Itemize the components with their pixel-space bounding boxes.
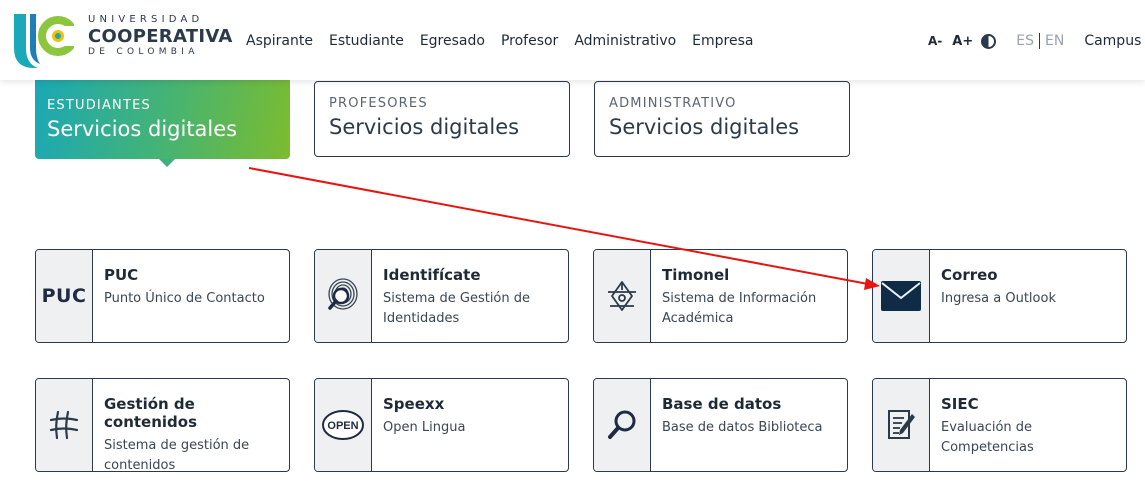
service-card-timonel[interactable]: Timonel Sistema de Información Académica: [593, 249, 848, 343]
service-title: Correo: [941, 266, 998, 284]
service-card-siec[interactable]: SIEC Evaluación de Competencias: [872, 378, 1127, 472]
university-logo-icon[interactable]: [12, 12, 74, 70]
tab-kicker: PROFESORES: [329, 96, 428, 111]
page: UNIVERSIDAD COOPERATIVA DE COLOMBIA Aspi…: [0, 0, 1145, 489]
service-card-puc[interactable]: PUC PUC Punto Único de Contacto: [35, 249, 290, 343]
font-decrease-button[interactable]: A-: [928, 34, 942, 48]
service-description: Punto Único de Contacto: [104, 291, 265, 306]
service-card-gestion-contenidos[interactable]: Gestión de contenidos Sistema de gestión…: [35, 378, 290, 472]
service-title: Identifícate: [383, 266, 481, 284]
accessibility-tools: A- A+ ES EN Campus: [928, 33, 1141, 49]
tab-title: Servicios digitales: [609, 115, 800, 139]
nav-profesor[interactable]: Profesor: [501, 33, 558, 49]
puc-icon-label: PUC: [41, 285, 87, 307]
lang-es-link[interactable]: ES: [1016, 33, 1034, 49]
service-title: PUC: [104, 266, 139, 284]
service-card-base-datos[interactable]: Base de datos Base de datos Biblioteca: [593, 378, 848, 472]
puc-icon: PUC: [36, 250, 93, 342]
site-header: UNIVERSIDAD COOPERATIVA DE COLOMBIA Aspi…: [0, 0, 1145, 80]
university-name[interactable]: UNIVERSIDAD COOPERATIVA DE COLOMBIA: [88, 15, 233, 57]
service-description: Sistema de Información Académica: [662, 291, 817, 326]
mail-icon: [873, 250, 930, 342]
service-title: Speexx: [383, 395, 445, 413]
main-nav: Aspirante Estudiante Egresado Profesor A…: [246, 33, 769, 49]
tab-kicker: ADMINISTRATIVO: [609, 96, 737, 111]
active-tab-pointer: [159, 159, 175, 167]
logo-line1: UNIVERSIDAD: [88, 14, 204, 25]
tab-title: Servicios digitales: [47, 117, 238, 141]
open-icon: OPEN: [315, 379, 372, 471]
service-description: Base de datos Biblioteca: [662, 420, 823, 435]
moodle-icon: [36, 379, 93, 471]
service-title: SIEC: [941, 395, 979, 413]
tab-title: Servicios digitales: [329, 115, 520, 139]
service-title: Timonel: [662, 266, 730, 284]
tab-administrativo[interactable]: ADMINISTRATIVO Servicios digitales: [594, 81, 850, 157]
service-card-identificate[interactable]: Identifícate Sistema de Gestión de Ident…: [314, 249, 569, 343]
service-description: Sistema de gestión de contenidos: [104, 438, 250, 472]
contrast-icon[interactable]: [981, 33, 997, 49]
nav-administrativo[interactable]: Administrativo: [574, 33, 676, 49]
service-description: Ingresa a Outlook: [941, 291, 1056, 306]
lang-divider: [1038, 33, 1040, 49]
service-title: Base de datos: [662, 395, 782, 413]
campus-link[interactable]: Campus: [1084, 33, 1141, 49]
nav-aspirante[interactable]: Aspirante: [246, 33, 313, 49]
tab-profesores[interactable]: PROFESORES Servicios digitales: [314, 81, 570, 157]
service-card-speexx[interactable]: OPEN Speexx Open Lingua: [314, 378, 569, 472]
service-title: Gestión de contenidos: [104, 395, 198, 431]
nav-estudiante[interactable]: Estudiante: [329, 33, 404, 49]
nav-empresa[interactable]: Empresa: [692, 33, 753, 49]
tab-kicker: ESTUDIANTES: [47, 98, 151, 113]
lang-en-link[interactable]: EN: [1045, 33, 1064, 49]
logo-line3: DE COLOMBIA: [88, 47, 199, 57]
service-description: Sistema de Gestión de Identidades: [383, 291, 531, 326]
font-increase-button[interactable]: A+: [952, 34, 973, 49]
timonel-icon: [594, 250, 651, 342]
tab-estudiantes[interactable]: ESTUDIANTES Servicios digitales: [35, 80, 290, 167]
evaluation-icon: [873, 379, 930, 471]
service-description: Evaluación de Competencias: [941, 420, 1034, 455]
fingerprint-icon: [315, 250, 372, 342]
magnifier-icon: [594, 379, 651, 471]
service-description: Open Lingua: [383, 420, 466, 435]
service-card-correo[interactable]: Correo Ingresa a Outlook: [872, 249, 1127, 343]
nav-egresado[interactable]: Egresado: [420, 33, 485, 49]
logo-line2: COOPERATIVA: [88, 26, 233, 47]
open-icon-label: OPEN: [327, 420, 358, 432]
